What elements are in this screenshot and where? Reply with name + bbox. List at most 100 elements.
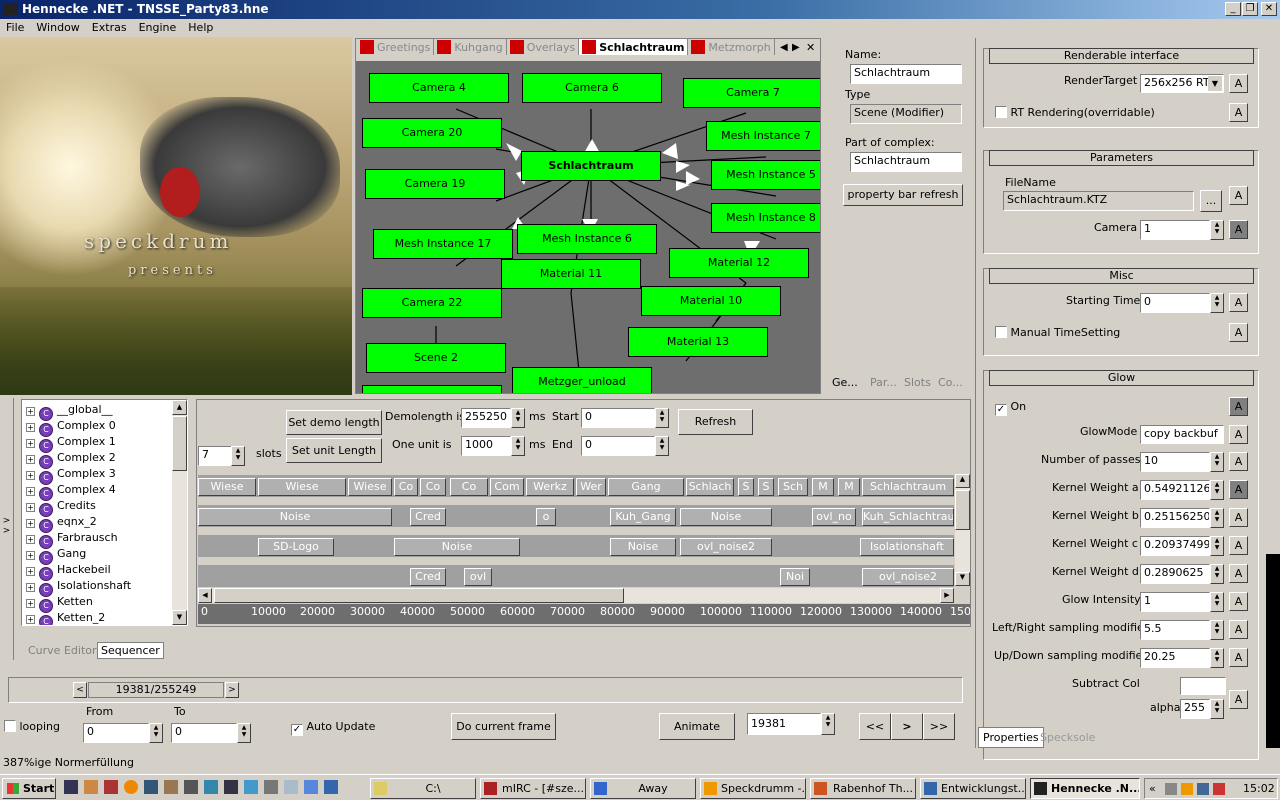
tree-item[interactable]: + Ceqnx_2 bbox=[22, 514, 174, 533]
time-ruler[interactable]: 0 10000 20000 30000 40000 50000 60000 70… bbox=[198, 604, 970, 624]
menu-extras[interactable]: Extras bbox=[86, 19, 133, 36]
camera-a-button[interactable]: A bbox=[1229, 220, 1248, 239]
rt-override-a-button[interactable]: A bbox=[1229, 103, 1248, 122]
tray-icon[interactable] bbox=[1165, 783, 1177, 795]
kernel-a-a-button[interactable]: A bbox=[1229, 480, 1248, 499]
seq-track-4[interactable]: Cred ovl Noi ovl_noise2 bbox=[198, 565, 954, 587]
clip[interactable]: Com bbox=[490, 478, 524, 496]
tab-close-icon[interactable]: ✕ bbox=[806, 41, 815, 54]
kernel-d-a-button[interactable]: A bbox=[1229, 564, 1248, 583]
tab-slots[interactable]: Slots bbox=[904, 376, 931, 389]
expand-icon[interactable]: + bbox=[26, 519, 35, 528]
lr-sampling-field[interactable]: 5.5 bbox=[1140, 620, 1210, 640]
demolength-field[interactable]: 255250 bbox=[461, 408, 511, 428]
node-partial[interactable] bbox=[362, 385, 502, 393]
tab-scroll-right-icon[interactable]: ▶ bbox=[792, 42, 800, 53]
clip[interactable]: Wiese bbox=[198, 478, 256, 496]
browse-button[interactable]: ... bbox=[1200, 190, 1222, 212]
node-graph-canvas[interactable]: Camera 4 Camera 6 Camera 7 Camera 20 Sch… bbox=[356, 61, 820, 393]
passes-field[interactable]: 10 bbox=[1140, 452, 1210, 472]
node-mesh-instance-17[interactable]: Mesh Instance 17 bbox=[373, 229, 513, 259]
from-field[interactable]: 0 bbox=[83, 723, 149, 743]
complex-field[interactable]: Schlachtraum bbox=[850, 152, 962, 172]
to-field[interactable]: 0 bbox=[171, 723, 237, 743]
scroll-right-icon[interactable]: ▶ bbox=[940, 588, 954, 603]
quicklaunch-icon[interactable] bbox=[144, 780, 158, 794]
clip[interactable]: Noise bbox=[198, 508, 392, 526]
tree-item[interactable]: + C Gang bbox=[22, 546, 174, 565]
name-field[interactable]: Schlachtraum bbox=[850, 64, 962, 84]
clip[interactable]: S bbox=[738, 478, 754, 496]
node-camera-4[interactable]: Camera 4 bbox=[369, 73, 509, 103]
tree-item[interactable]: + C Complex 3 bbox=[22, 466, 174, 485]
lr-sampling-a-button[interactable]: A bbox=[1229, 620, 1248, 639]
alpha-stepper[interactable]: ▲ ▼ bbox=[1210, 699, 1224, 719]
quicklaunch-icon[interactable] bbox=[244, 780, 258, 794]
tree-item[interactable]: + C Complex 2 bbox=[22, 450, 174, 469]
refresh-button[interactable]: Refresh bbox=[678, 409, 753, 435]
right-panel-scrollbar[interactable] bbox=[1266, 38, 1280, 748]
clip[interactable]: o bbox=[536, 508, 556, 526]
quicklaunch-icon[interactable] bbox=[84, 780, 98, 794]
object-tree[interactable]: + C __global__ + C Complex 0 + C Complex 1 + C C… bbox=[21, 399, 188, 626]
kernel-a-stepper[interactable]: ▲ ▼ bbox=[1210, 480, 1224, 500]
seq-hscroll[interactable]: ◀ ▶ bbox=[198, 588, 954, 603]
node-camera-20[interactable]: Camera 20 bbox=[362, 118, 502, 148]
tab-properties[interactable]: Properties bbox=[978, 727, 1044, 748]
set-unit-length-button[interactable]: Set unit Length bbox=[286, 438, 382, 463]
quicklaunch-icon[interactable] bbox=[304, 780, 318, 794]
tab-kuhgang[interactable]: Kuhgang bbox=[434, 39, 507, 55]
clip[interactable]: Kuh_Gang bbox=[610, 508, 676, 526]
frame-field[interactable]: 19381 bbox=[747, 713, 821, 735]
expand-icon[interactable]: + bbox=[26, 471, 35, 480]
tree-item[interactable]: + C Isolationshaft bbox=[22, 578, 174, 597]
tree-item[interactable]: + C Credits bbox=[22, 498, 174, 517]
seq-hscroll-thumb[interactable] bbox=[214, 588, 624, 603]
ud-sampling-stepper[interactable]: ▲ ▼ bbox=[1210, 648, 1224, 668]
node-mesh-instance-7[interactable]: Mesh Instance 7 bbox=[706, 121, 820, 151]
menu-engine[interactable]: Engine bbox=[133, 19, 183, 36]
task-speckdrumm[interactable]: Speckdrumm -... bbox=[700, 778, 806, 799]
node-camera-6[interactable]: Camera 6 bbox=[522, 73, 662, 103]
clip[interactable]: ovl bbox=[464, 568, 492, 586]
render-preview[interactable]: speckdrum presents bbox=[0, 37, 352, 395]
clip[interactable]: Schlachtraum bbox=[862, 478, 954, 496]
clip[interactable]: M bbox=[838, 478, 860, 496]
node-material-12[interactable]: Material 12 bbox=[669, 248, 809, 278]
clip[interactable]: Schlach bbox=[686, 478, 734, 496]
clip[interactable]: Noise bbox=[394, 538, 520, 556]
animate-button[interactable]: Animate bbox=[659, 713, 735, 740]
task-mirc[interactable]: mIRC - [#sze... bbox=[480, 778, 586, 799]
glow-on-checkbox[interactable]: ✓ bbox=[995, 404, 1007, 416]
node-mesh-instance-8[interactable]: Mesh Instance 8 bbox=[711, 203, 820, 233]
rendertarget-a-button[interactable]: A bbox=[1229, 74, 1248, 93]
expand-icon[interactable]: + bbox=[26, 567, 35, 576]
seq-vscroll-thumb[interactable] bbox=[955, 490, 970, 530]
tab-sequencer[interactable]: Sequencer bbox=[97, 642, 164, 659]
tab-schlachtraum[interactable]: Schlachtraum bbox=[579, 39, 689, 55]
clip[interactable]: Sch bbox=[778, 478, 808, 496]
filename-a-button[interactable]: A bbox=[1229, 186, 1248, 205]
unit-stepper[interactable]: ▲ ▼ bbox=[511, 436, 525, 456]
clip[interactable]: ovl_no bbox=[812, 508, 856, 526]
quicklaunch-icon[interactable] bbox=[264, 780, 278, 794]
ud-sampling-a-button[interactable]: A bbox=[1229, 648, 1248, 667]
quicklaunch-icon[interactable] bbox=[204, 780, 218, 794]
clip[interactable]: Cred bbox=[410, 568, 446, 586]
glowmode-select[interactable]: copy backbuf bbox=[1140, 425, 1224, 444]
kernel-c-field[interactable]: 0.2093749940 bbox=[1140, 536, 1210, 556]
tab-general[interactable]: Ge... bbox=[832, 376, 858, 389]
clip[interactable]: Isolationshaft bbox=[860, 538, 954, 556]
node-camera-22[interactable]: Camera 22 bbox=[362, 288, 502, 318]
task-entwicklung[interactable]: Entwicklungst... bbox=[920, 778, 1026, 799]
expand-icon[interactable]: + bbox=[26, 551, 35, 560]
menu-window[interactable]: Window bbox=[30, 19, 85, 36]
quicklaunch-icon[interactable] bbox=[184, 780, 198, 794]
auto-update-row[interactable]: ✓ Auto Update bbox=[291, 720, 375, 736]
kernel-d-field[interactable]: 0.2890625 bbox=[1140, 564, 1210, 584]
tab-complex[interactable]: Co... bbox=[938, 376, 963, 389]
kernel-d-stepper[interactable]: ▲ ▼ bbox=[1210, 564, 1224, 584]
filename-field[interactable]: Schlachtraum.KTZ bbox=[1003, 191, 1194, 211]
tray-icon[interactable] bbox=[1213, 783, 1225, 795]
node-mesh-instance-6[interactable]: Mesh Instance 6 bbox=[517, 224, 657, 254]
